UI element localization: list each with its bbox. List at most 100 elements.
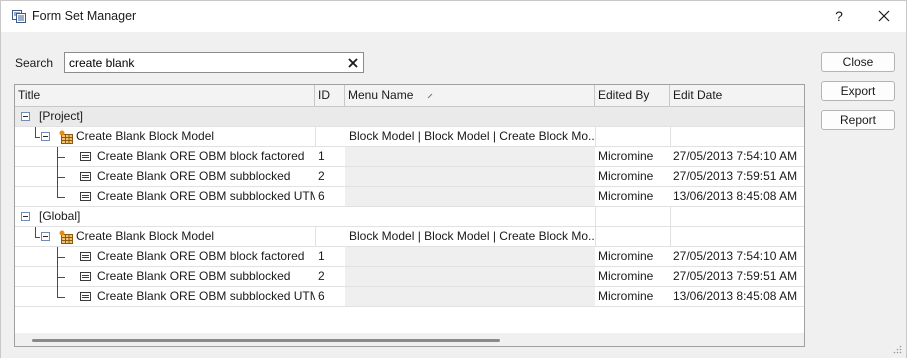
row-edited-by: Micromine [598,249,654,263]
column-divider [670,227,671,247]
row-title: Create Blank ORE OBM block factored [97,149,305,163]
column-divider [595,227,596,247]
title-bar: Form Set Manager ? [1,1,906,32]
column-header-title[interactable]: Title [15,85,315,106]
row-menu-name [345,247,595,266]
row-menu-name [345,187,595,206]
row-edit-date: 13/06/2013 8:45:08 AM [673,189,798,203]
row-edited-by: Micromine [598,269,654,283]
table-row[interactable]: Create Blank ORE OBM subblocked UTM 6 Mi… [15,187,804,207]
row-edited-by: Micromine [598,189,654,203]
tree-row-parent[interactable]: Create Blank Block Model Block Model | B… [15,127,804,147]
column-divider [315,127,316,147]
grid-header: Title ID Menu Name Edited By Edit Date [15,85,804,107]
form-set-manager-icon [12,10,26,23]
collapse-icon[interactable] [21,112,30,121]
scrollbar-thumb[interactable] [32,339,500,342]
column-header-menu-name[interactable]: Menu Name [345,85,595,106]
group-row-global[interactable]: [Global] [15,207,804,227]
form-set-grid[interactable]: Title ID Menu Name Edited By Edit Date [… [14,84,805,347]
tree-line [57,277,65,278]
row-title: Create Blank ORE OBM subblocked UTM [97,289,315,303]
row-id: 2 [318,169,325,183]
help-button[interactable]: ? [827,5,851,27]
close-button[interactable]: Close [821,52,895,72]
row-menu-name [345,167,595,186]
row-menu-name [345,147,595,166]
table-row[interactable]: Create Blank ORE OBM subblocked UTM 6 Mi… [15,287,804,307]
tree-line [57,187,58,197]
group-label: [Project] [39,109,84,123]
search-input[interactable] [69,55,339,70]
row-id: 6 [318,189,325,203]
tree-line [57,287,58,297]
row-id: 6 [318,289,325,303]
row-menu-name: Block Model | Block Model | Create Block… [349,229,595,243]
row-id: 1 [318,149,325,163]
table-row[interactable]: Create Blank ORE OBM subblocked 2 Microm… [15,267,804,287]
table-row[interactable]: Create Blank ORE OBM subblocked 2 Microm… [15,167,804,187]
export-button[interactable]: Export [821,81,895,101]
tree-line [35,227,36,237]
column-header-edit-date[interactable]: Edit Date [670,85,804,106]
report-button[interactable]: Report [821,110,895,130]
row-edit-date: 27/05/2013 7:54:10 AM [673,249,798,263]
row-edit-date: 27/05/2013 7:59:51 AM [673,269,798,283]
form-icon [80,192,91,201]
row-title: Create Blank ORE OBM block factored [97,249,305,263]
table-row[interactable]: Create Blank ORE OBM block factored 1 Mi… [15,147,804,167]
tree-line [57,197,65,198]
search-field[interactable] [64,52,364,73]
row-title: Create Blank ORE OBM subblocked [97,169,291,183]
collapse-icon[interactable] [21,212,30,221]
close-icon[interactable] [871,5,897,27]
column-header-edited-by[interactable]: Edited By [595,85,670,106]
row-menu-name [345,267,595,286]
form-icon [80,272,91,281]
column-divider [670,127,671,147]
table-row[interactable]: Create Blank ORE OBM block factored 1 Mi… [15,247,804,267]
sort-indicator-icon [427,93,433,99]
row-id: 1 [318,249,325,263]
resize-grip-icon[interactable] [892,344,902,354]
column-divider [670,207,671,227]
column-divider [595,127,596,147]
tree-row-parent[interactable]: Create Blank Block Model Block Model | B… [15,227,804,247]
group-row-project[interactable]: [Project] [15,107,804,127]
tree-line [57,257,65,258]
collapse-icon[interactable] [41,132,50,141]
column-header-id[interactable]: ID [315,85,345,106]
window-title: Form Set Manager [32,9,137,23]
form-icon [80,252,91,261]
row-title: Create Blank ORE OBM subblocked UTM [97,189,315,203]
collapse-icon[interactable] [41,232,50,241]
row-title: Create Blank Block Model [76,229,215,243]
block-model-icon [59,130,73,144]
row-edit-date: 27/05/2013 7:59:51 AM [673,169,798,183]
column-header-menu-name-label: Menu Name [348,88,414,102]
search-label: Search [15,56,54,70]
tree-line [57,177,65,178]
tree-line [35,237,40,238]
group-label: [Global] [39,209,81,223]
dialog-content: Search Close Export Report Title ID Menu… [1,32,906,358]
row-title: Create Blank Block Model [76,129,215,143]
column-divider [315,227,316,247]
form-icon [80,172,91,181]
form-set-manager-window: Form Set Manager ? Search Close Export R… [0,0,907,358]
form-icon [80,292,91,301]
row-id: 2 [318,269,325,283]
tree-line [57,297,65,298]
form-icon [80,152,91,161]
row-edited-by: Micromine [598,289,654,303]
row-edit-date: 13/06/2013 8:45:08 AM [673,289,798,303]
row-edited-by: Micromine [598,149,654,163]
row-edit-date: 27/05/2013 7:54:10 AM [673,149,798,163]
row-title: Create Blank ORE OBM subblocked [97,269,291,283]
row-menu-name [345,287,595,306]
row-menu-name: Block Model | Block Model | Create Block… [349,129,595,143]
tree-line [35,127,36,137]
horizontal-scrollbar[interactable] [15,333,804,346]
clear-search-icon[interactable] [346,56,360,70]
tree-line [35,137,40,138]
